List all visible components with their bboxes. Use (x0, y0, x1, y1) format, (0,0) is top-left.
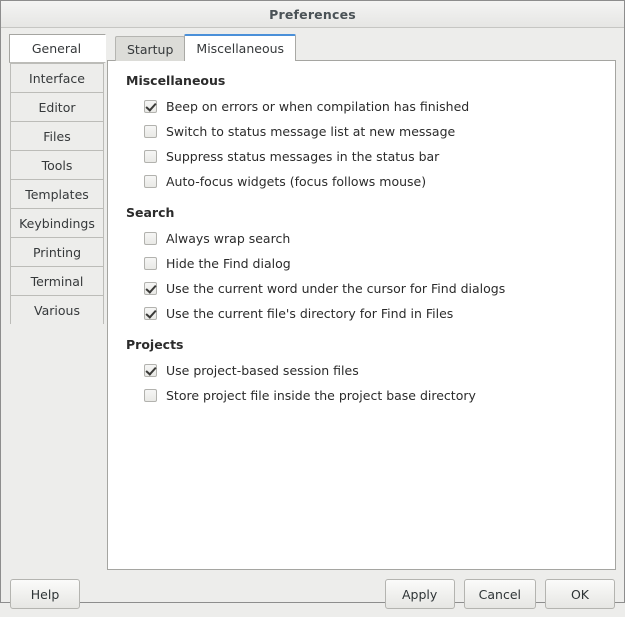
checkbox-label: Switch to status message list at new mes… (166, 124, 455, 139)
sidebar-item-terminal[interactable]: Terminal (10, 266, 104, 295)
checkbox-icon[interactable] (144, 364, 157, 377)
group-search: Search Always wrap search Hide the Find … (122, 205, 601, 326)
checkbox-label: Use the current word under the cursor fo… (166, 281, 505, 296)
checkbox-label: Hide the Find dialog (166, 256, 291, 271)
checkbox-row-beep-on-errors[interactable]: Beep on errors or when compilation has f… (144, 94, 601, 119)
group-title: Projects (126, 337, 601, 352)
sidebar-item-various[interactable]: Various (10, 295, 104, 324)
sidebar-item-printing[interactable]: Printing (10, 237, 104, 266)
group-projects: Projects Use project-based session files… (122, 337, 601, 408)
checkbox-row-current-word-find-dialogs[interactable]: Use the current word under the cursor fo… (144, 276, 601, 301)
sidebar-item-files[interactable]: Files (10, 121, 104, 150)
miscellaneous-panel: Miscellaneous Beep on errors or when com… (107, 60, 616, 570)
content-notebook: Startup Miscellaneous Miscellaneous Beep… (107, 34, 616, 571)
window-title: Preferences (269, 7, 356, 22)
checkbox-icon[interactable] (144, 150, 157, 163)
checkbox-icon[interactable] (144, 100, 157, 113)
sidebar-item-label: Editor (39, 100, 76, 115)
preferences-dialog: Preferences General Interface Editor Fil… (0, 0, 625, 603)
help-button-label: Help (31, 587, 60, 602)
checkbox-row-current-file-directory-find-in-files[interactable]: Use the current file's directory for Fin… (144, 301, 601, 326)
checkbox-icon[interactable] (144, 125, 157, 138)
cancel-button[interactable]: Cancel (464, 579, 536, 609)
tab-miscellaneous[interactable]: Miscellaneous (184, 34, 296, 61)
sidebar-item-label: General (32, 41, 81, 56)
sidebar-item-templates[interactable]: Templates (10, 179, 104, 208)
sidebar-item-editor[interactable]: Editor (10, 92, 104, 121)
action-bar: Help Apply Cancel OK (1, 571, 624, 617)
sidebar-item-label: Templates (25, 187, 89, 202)
checkbox-row-switch-status-list[interactable]: Switch to status message list at new mes… (144, 119, 601, 144)
checkbox-label: Suppress status messages in the status b… (166, 149, 439, 164)
sidebar-item-label: Various (34, 303, 80, 318)
sidebar-item-label: Tools (42, 158, 73, 173)
sidebar-item-interface[interactable]: Interface (10, 63, 104, 92)
group-miscellaneous: Miscellaneous Beep on errors or when com… (122, 73, 601, 194)
sidebar-item-tools[interactable]: Tools (10, 150, 104, 179)
help-button[interactable]: Help (10, 579, 80, 609)
sidebar-item-label: Printing (33, 245, 81, 260)
group-title: Search (126, 205, 601, 220)
ok-button-label: OK (571, 587, 589, 602)
category-sidebar: General Interface Editor Files Tools Tem… (10, 34, 104, 324)
checkbox-icon[interactable] (144, 232, 157, 245)
checkbox-label: Store project file inside the project ba… (166, 388, 476, 403)
tab-label: Miscellaneous (196, 41, 284, 56)
checkbox-label: Auto-focus widgets (focus follows mouse) (166, 174, 426, 189)
sidebar-item-general[interactable]: General (9, 34, 106, 63)
checkbox-label: Use project-based session files (166, 363, 359, 378)
apply-button[interactable]: Apply (385, 579, 455, 609)
checkbox-row-suppress-status-messages[interactable]: Suppress status messages in the status b… (144, 144, 601, 169)
checkbox-row-project-based-session-files[interactable]: Use project-based session files (144, 358, 601, 383)
group-title: Miscellaneous (126, 73, 601, 88)
title-bar: Preferences (1, 1, 624, 28)
sidebar-item-label: Keybindings (19, 216, 95, 231)
checkbox-label: Beep on errors or when compilation has f… (166, 99, 469, 114)
tab-label: Startup (127, 42, 173, 57)
sidebar-item-label: Files (43, 129, 70, 144)
checkbox-icon[interactable] (144, 175, 157, 188)
checkbox-icon[interactable] (144, 389, 157, 402)
checkbox-row-always-wrap-search[interactable]: Always wrap search (144, 226, 601, 251)
sidebar-item-label: Terminal (31, 274, 84, 289)
ok-button[interactable]: OK (545, 579, 615, 609)
checkbox-row-hide-find-dialog[interactable]: Hide the Find dialog (144, 251, 601, 276)
checkbox-label: Always wrap search (166, 231, 290, 246)
checkbox-row-auto-focus-widgets[interactable]: Auto-focus widgets (focus follows mouse) (144, 169, 601, 194)
checkbox-icon[interactable] (144, 307, 157, 320)
apply-button-label: Apply (402, 587, 437, 602)
tab-startup[interactable]: Startup (115, 36, 185, 61)
sidebar-item-keybindings[interactable]: Keybindings (10, 208, 104, 237)
checkbox-row-store-project-file-inside-base-directory[interactable]: Store project file inside the project ba… (144, 383, 601, 408)
dialog-body: General Interface Editor Files Tools Tem… (1, 28, 624, 571)
checkbox-label: Use the current file's directory for Fin… (166, 306, 453, 321)
tab-strip: Startup Miscellaneous (107, 34, 616, 61)
cancel-button-label: Cancel (479, 587, 521, 602)
checkbox-icon[interactable] (144, 282, 157, 295)
checkbox-icon[interactable] (144, 257, 157, 270)
sidebar-item-label: Interface (29, 71, 85, 86)
